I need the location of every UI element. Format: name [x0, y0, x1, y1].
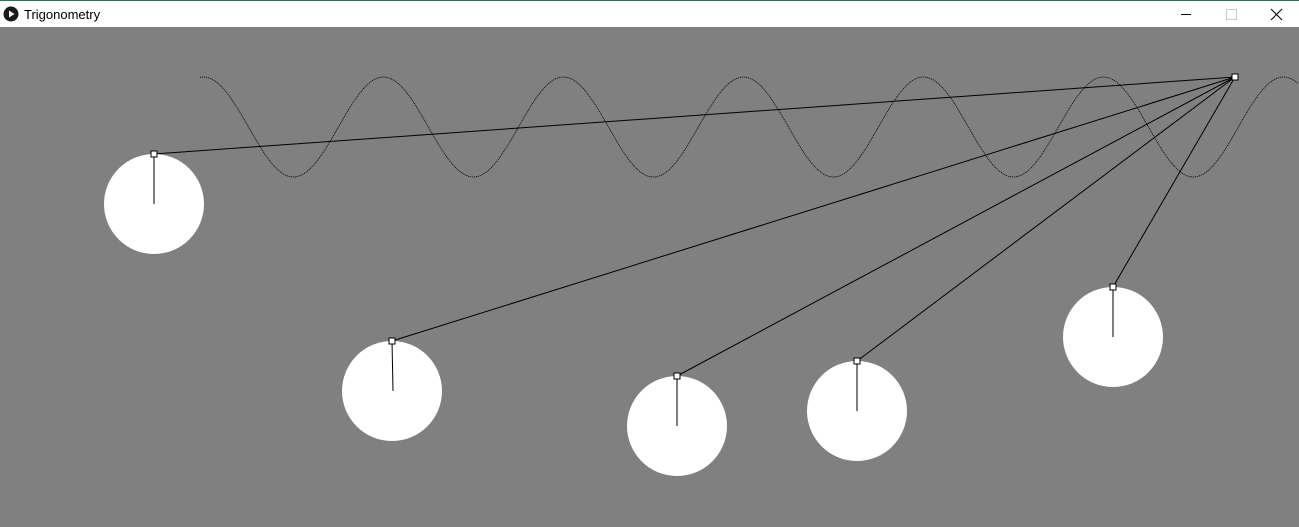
sine-wave: [199, 76, 1299, 178]
maximize-button[interactable]: [1208, 1, 1254, 27]
ball-handle[interactable]: [853, 357, 861, 365]
sketch-canvas[interactable]: [0, 27, 1299, 527]
string-line: [153, 76, 1236, 155]
ball-handle[interactable]: [150, 150, 158, 158]
title-bar: Trigonometry: [0, 0, 1299, 27]
balls-group: [104, 150, 1163, 476]
ball-handle[interactable]: [1109, 283, 1117, 291]
pendulum-ball[interactable]: [807, 357, 907, 461]
canvas-drawing: [104, 73, 1299, 476]
ball-handle[interactable]: [673, 372, 681, 380]
pendulum-ball[interactable]: [342, 337, 442, 441]
pendulum-ball[interactable]: [627, 372, 727, 476]
ball-handle[interactable]: [388, 337, 396, 345]
anchor-handle[interactable]: [1231, 73, 1239, 81]
close-button[interactable]: [1253, 1, 1299, 27]
window-title: Trigonometry: [24, 7, 101, 22]
string-line: [856, 76, 1236, 362]
minimize-button[interactable]: [1163, 1, 1209, 27]
string-line: [1112, 76, 1236, 288]
pendulum-ball[interactable]: [104, 150, 204, 254]
play-circle-icon: [3, 6, 19, 22]
pendulum-ball[interactable]: [1063, 283, 1163, 387]
